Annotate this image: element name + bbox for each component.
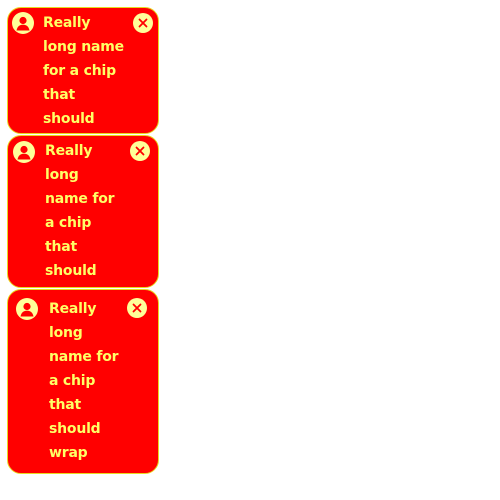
chip-label: Really long name for a chip that should … xyxy=(45,143,115,303)
chip-list: Really long name for a chip that should … xyxy=(7,7,159,475)
person-icon xyxy=(12,12,34,34)
chip[interactable]: Really long name for a chip that should … xyxy=(7,135,159,303)
close-icon[interactable] xyxy=(133,13,153,33)
chip[interactable]: Really long name for a chip that should … xyxy=(7,289,159,474)
person-icon xyxy=(16,298,38,320)
close-icon[interactable] xyxy=(130,141,150,161)
chip-label: Really long name for a chip that should … xyxy=(49,301,119,461)
chip[interactable]: Really long name for a chip that should … xyxy=(7,7,159,151)
close-icon[interactable] xyxy=(127,298,147,318)
chip-label: Really long name for a chip that should … xyxy=(43,15,124,151)
person-icon xyxy=(13,141,35,163)
